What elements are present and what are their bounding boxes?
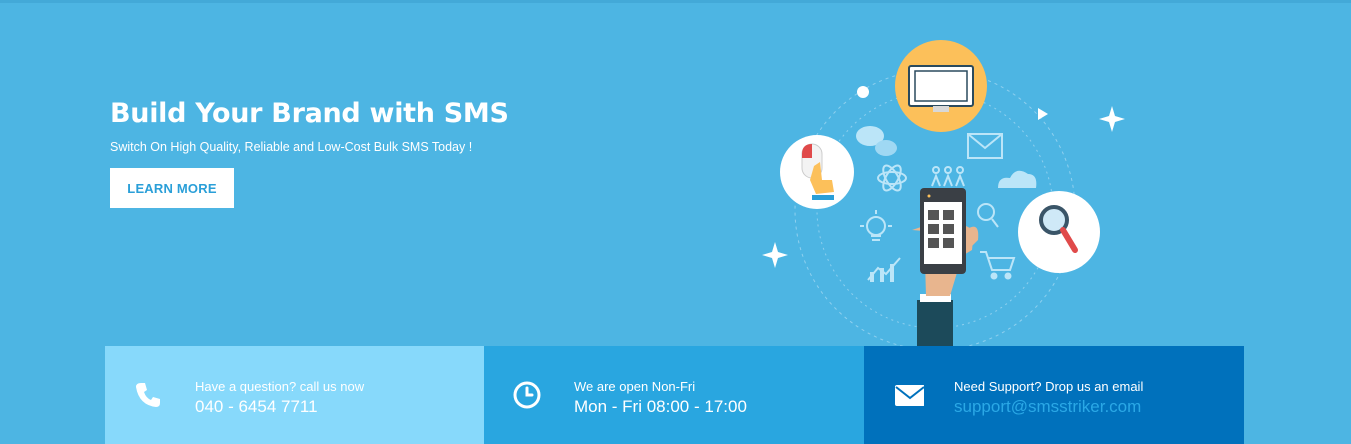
opening-hours: Mon - Fri 08:00 - 17:00 [574, 397, 747, 416]
envelope-outline-icon [967, 133, 1003, 159]
hero-illustration [762, 40, 1125, 350]
hours-card: We are open Non-Fri Mon - Fri 08:00 - 17… [484, 346, 864, 444]
support-card-title: Need Support? Drop us an email [954, 379, 1144, 394]
hero-title: Build Your Brand with SMS [110, 98, 509, 129]
lightbulb-icon [860, 210, 892, 241]
phone-in-hand-icon [912, 188, 979, 350]
learn-more-button[interactable]: LEARN MORE [110, 168, 234, 208]
phone-icon [136, 383, 160, 407]
call-card: Have a question? call us now 040 - 6454 … [105, 346, 484, 444]
people-icon [931, 166, 965, 187]
support-email-link[interactable]: support@smsstriker.com [954, 397, 1141, 417]
search-outline-icon [977, 203, 999, 228]
envelope-icon [895, 385, 924, 406]
magnifier-icon [1018, 191, 1100, 273]
chat-icon [856, 126, 897, 156]
monitor-icon [895, 40, 987, 132]
phone-number[interactable]: 040 - 6454 7711 [195, 397, 318, 417]
atom-icon [877, 164, 907, 192]
cloud-icon [998, 170, 1037, 188]
top-border [0, 0, 1351, 3]
growth-chart-icon [867, 257, 901, 282]
hero-subtitle: Switch On High Quality, Reliable and Low… [110, 140, 473, 154]
mouse-click-icon [780, 135, 854, 209]
play-icon [1038, 108, 1048, 120]
cart-icon [980, 251, 1016, 280]
call-card-title: Have a question? call us now [195, 379, 365, 394]
support-card: Need Support? Drop us an email support@s… [864, 346, 1244, 444]
clock-icon [513, 381, 541, 409]
hours-card-title: We are open Non-Fri [574, 379, 696, 394]
dot-icon [857, 86, 869, 98]
